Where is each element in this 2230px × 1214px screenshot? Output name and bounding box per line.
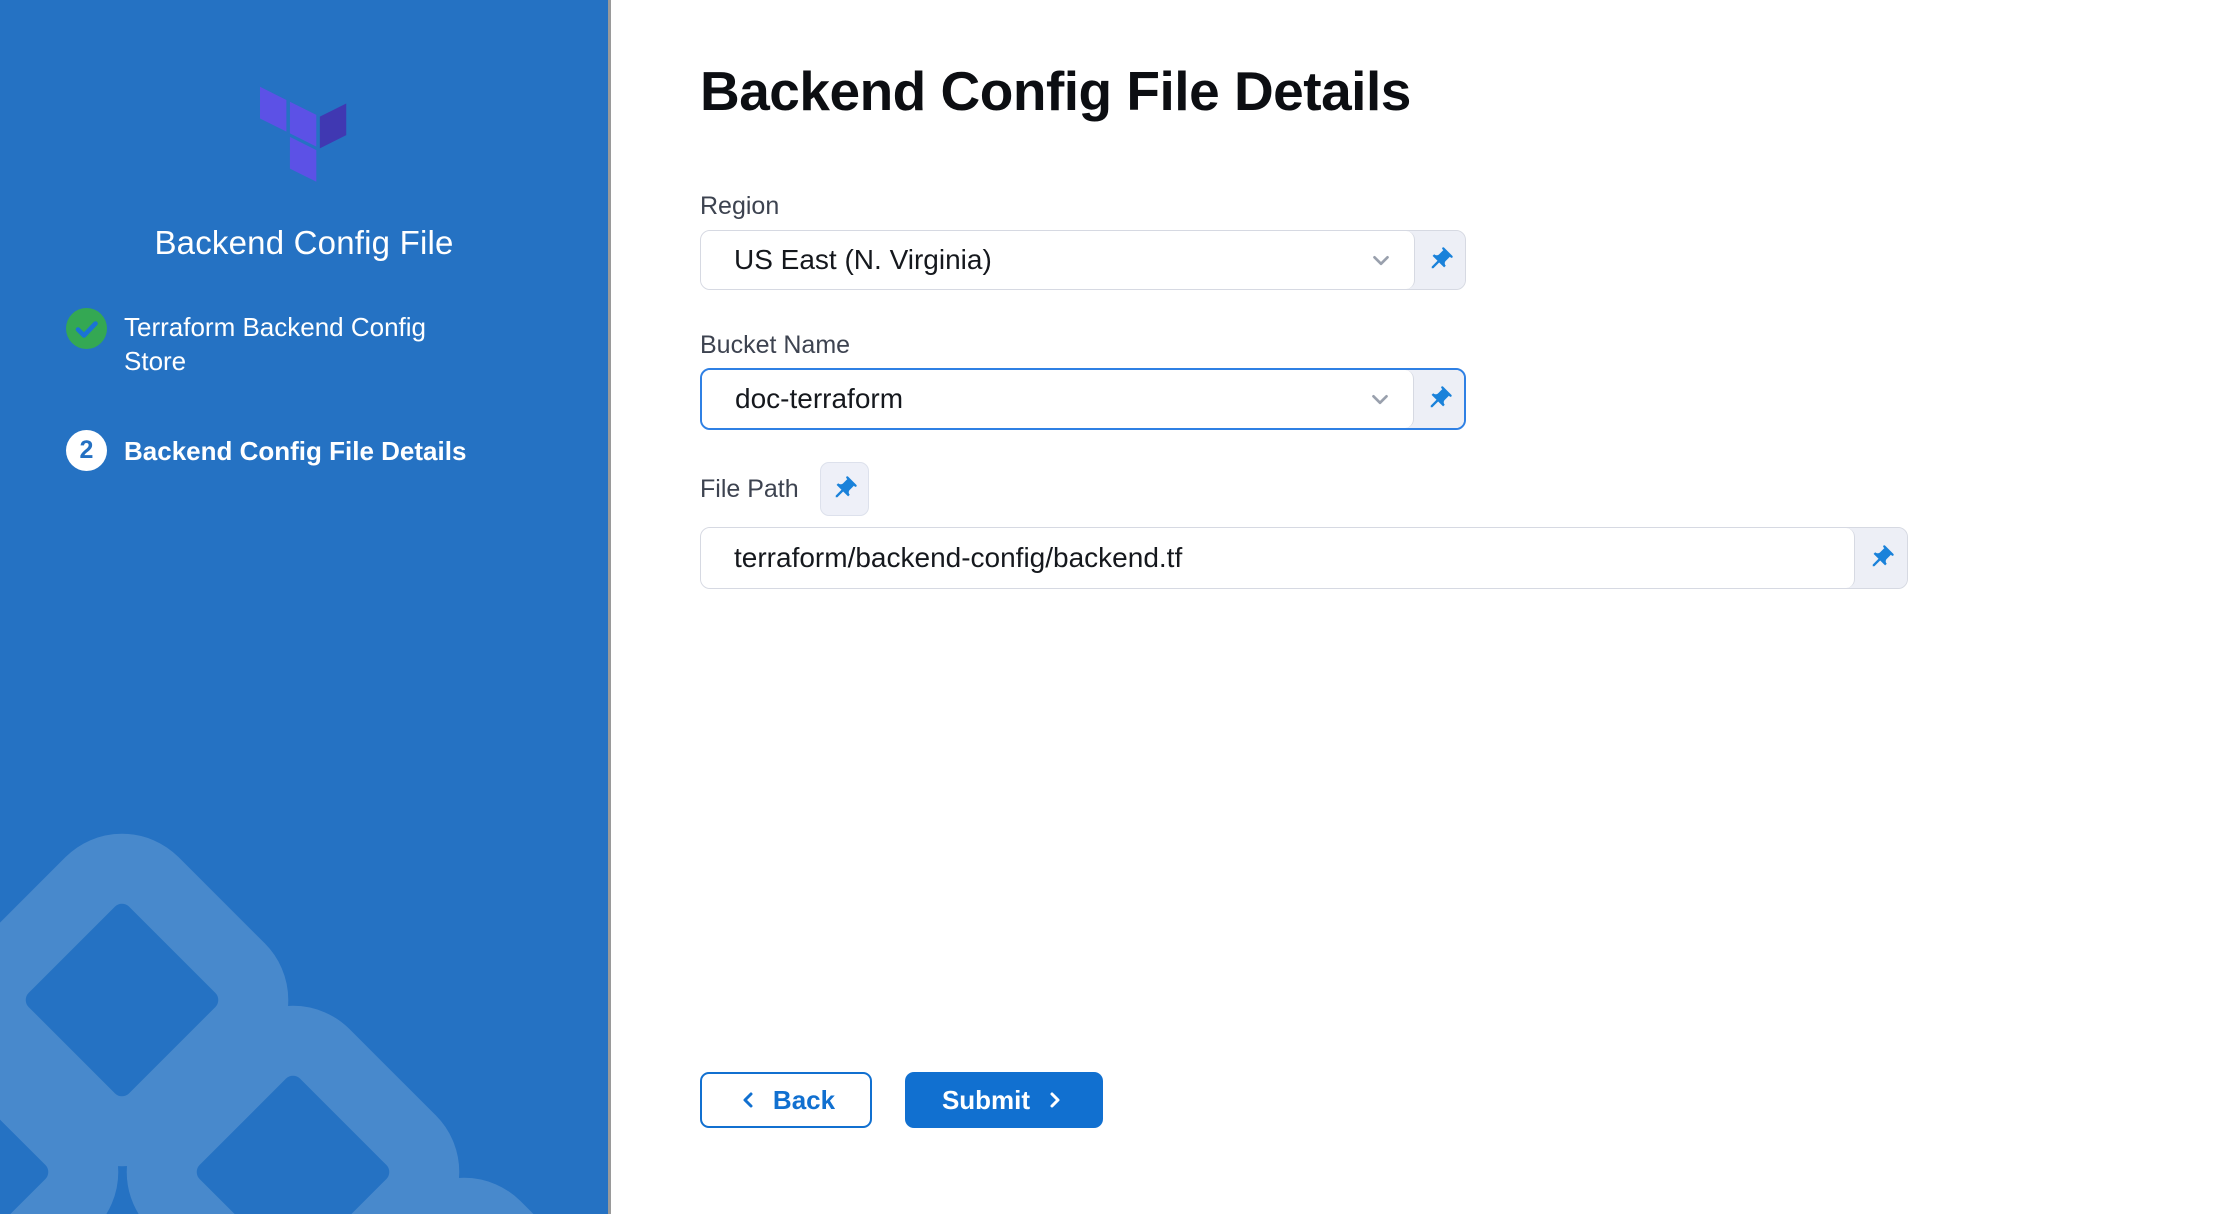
file-path-pin-button[interactable] [1855,528,1907,588]
step-terraform-backend-config-store[interactable]: Terraform Backend Config Store [66,308,578,378]
wizard-window: Backend Config File Terraform Backend Co… [0,0,2230,1214]
step-backend-config-file-details[interactable]: 2 Backend Config File Details [66,430,578,471]
file-path-input[interactable] [701,528,1855,588]
form-actions: Back Submit [700,1072,2230,1128]
watermark-pattern [0,810,608,1214]
step-label: Backend Config File Details [124,434,466,468]
chevron-down-icon [1368,247,1394,273]
wizard-sidebar: Backend Config File Terraform Backend Co… [0,0,608,1214]
region-value: US East (N. Virginia) [734,244,992,276]
step-number-badge: 2 [66,430,107,471]
region-label: Region [700,192,2230,220]
chevron-left-icon [737,1088,761,1112]
bucket-name-value: doc-terraform [735,383,903,415]
file-path-field-group [700,527,1908,589]
chevron-right-icon [1042,1088,1066,1112]
check-icon [66,308,107,349]
pin-icon [1425,385,1453,413]
file-path-label-row: File Path [700,462,2230,516]
pin-icon [1867,544,1895,572]
back-button[interactable]: Back [700,1072,872,1128]
region-field-group: US East (N. Virginia) [700,230,1466,290]
submit-button[interactable]: Submit [905,1072,1103,1128]
bucket-name-select[interactable]: doc-terraform [702,370,1414,428]
wizard-steps: Terraform Backend Config Store 2 Backend… [66,308,578,471]
file-path-label: File Path [700,475,799,503]
region-select[interactable]: US East (N. Virginia) [701,231,1415,289]
pin-icon [1426,246,1454,274]
submit-button-label: Submit [942,1085,1030,1116]
terraform-logo-icon [260,76,348,182]
bucket-name-field-group: doc-terraform [700,368,1466,430]
region-pin-button[interactable] [1415,231,1465,289]
file-path-label-pin-button[interactable] [820,462,869,516]
chevron-down-icon [1367,386,1393,412]
form-panel: Backend Config File Details Region US Ea… [608,0,2230,1214]
pin-icon [830,475,858,503]
bucket-name-label: Bucket Name [700,331,2230,359]
back-button-label: Back [773,1085,835,1116]
bucket-name-pin-button[interactable] [1414,370,1464,428]
step-label: Terraform Backend Config Store [124,308,484,378]
page-title: Backend Config File Details [700,64,2230,119]
wizard-title: Backend Config File [0,224,608,262]
